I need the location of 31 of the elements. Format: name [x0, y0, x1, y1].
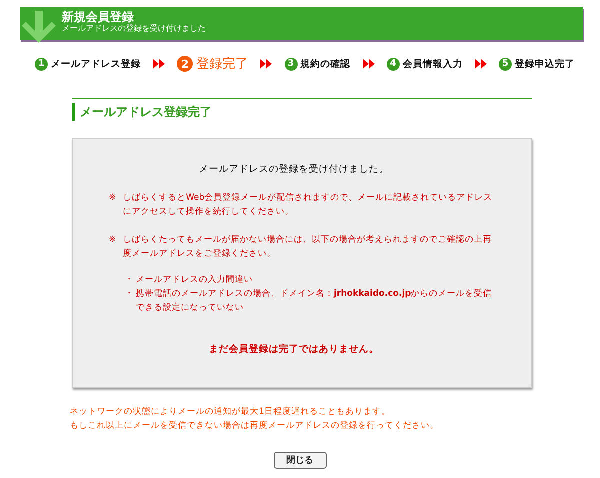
notice-heading: メールアドレスの登録を受け付けました。: [198, 163, 390, 176]
notice-text: しばらくするとWeb会員登録メールが配信されますので、メールに記載されているアドレスにアクセスして操作を続行してください。: [123, 192, 494, 219]
warning-text: まだ会員登録は完了ではありません。: [208, 343, 380, 356]
step-number: 5: [499, 58, 512, 70]
page-subtitle: メールアドレスの登録を受け付けました: [62, 24, 206, 34]
footer-note: ネットワークの状態によりメールの通知が最大1日程度遅れることもあります。: [70, 406, 392, 419]
double-chevron-icon: [260, 59, 272, 69]
page-title: 新規会員登録: [62, 10, 135, 24]
step-number: 3: [284, 58, 298, 70]
down-arrow-icon: [22, 11, 56, 43]
double-chevron-icon: [474, 59, 487, 69]
step-label: 規約の確認: [300, 58, 350, 70]
step-label: 登録申込完了: [515, 58, 575, 70]
close-button[interactable]: 閉じる: [274, 452, 326, 469]
bullet-text: 携帯電話のメールアドレスの場合、ドメイン名：jrhokkaido.co.jpからのメールを受信できる設定になっていない: [136, 288, 494, 315]
footer-note: もしこれ以上にメールを受信できない場合は再度メールアドレスの登録を行ってください。: [70, 420, 440, 433]
notice-text: しばらくたってもメールが届かない場合には、以下の場合が考えられますのでご確認の上再度メールアドレスをご登録ください。: [123, 234, 494, 261]
step-label: メールアドレス登録: [51, 58, 141, 70]
double-chevron-icon: [153, 59, 166, 69]
step-label: 登録完了: [196, 56, 248, 73]
step-number: 4: [386, 58, 400, 70]
double-chevron-icon: [362, 59, 375, 69]
bullet-mark: ・: [125, 288, 134, 301]
bullet-mark: ・: [125, 274, 134, 287]
step-label: 会員情報入力: [402, 58, 463, 70]
step-number: 1: [35, 58, 48, 70]
step-number: 2: [177, 56, 194, 72]
reference-mark: ※: [109, 192, 116, 205]
bullet-text: メールアドレスの入力間違い: [136, 274, 253, 287]
reference-mark: ※: [109, 234, 116, 247]
section-title: メールアドレス登録完了: [72, 103, 532, 121]
